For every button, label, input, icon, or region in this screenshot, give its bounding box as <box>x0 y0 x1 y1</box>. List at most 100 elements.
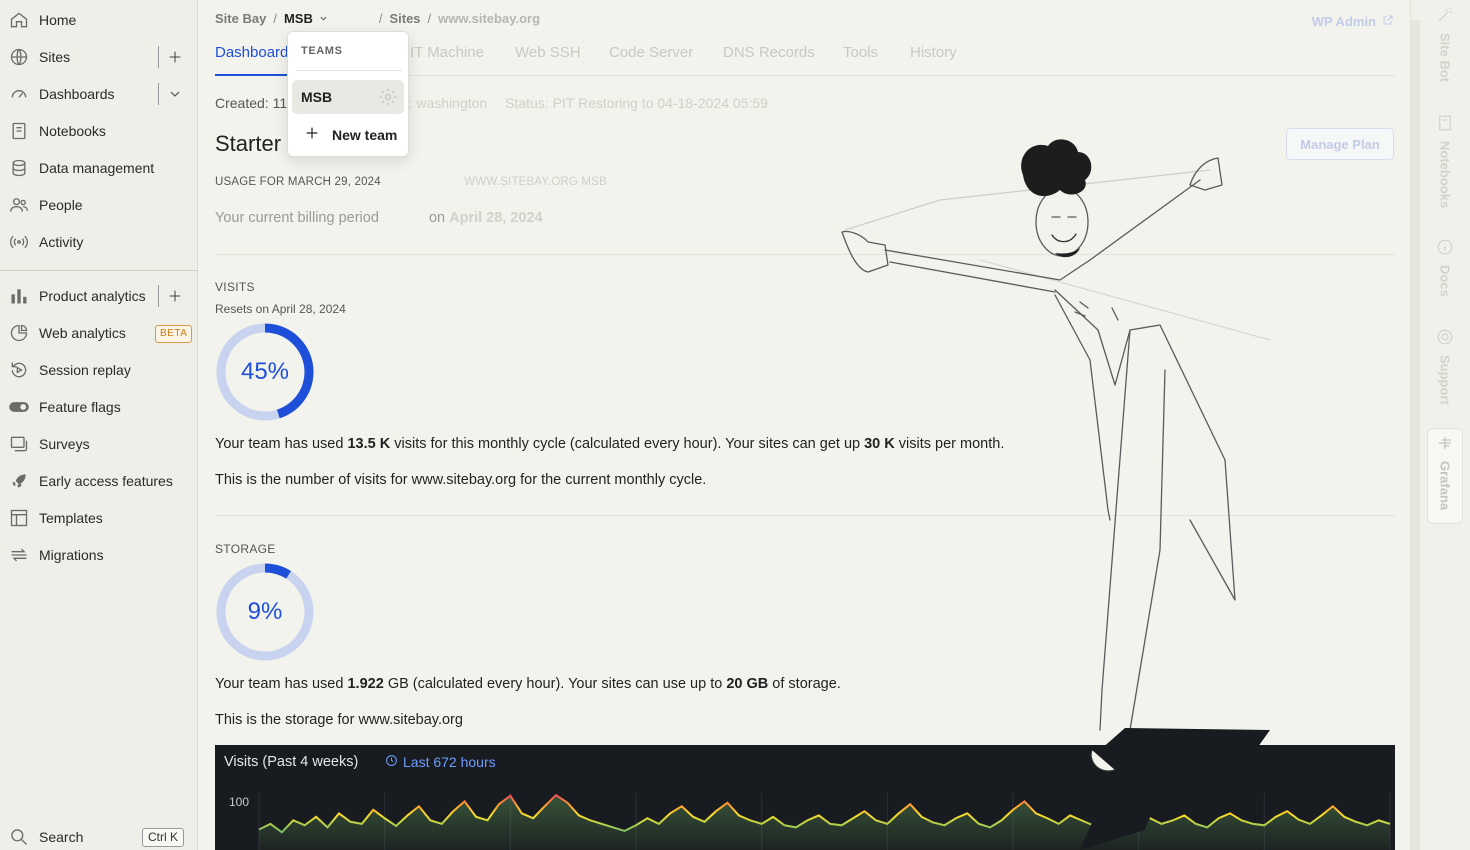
chevron-down-icon[interactable] <box>318 13 329 24</box>
tab-dns-records[interactable]: DNS Records <box>723 44 815 76</box>
sidebar-item-home[interactable]: Home <box>0 3 198 37</box>
sidebar-item-activity[interactable]: Activity <box>0 225 198 259</box>
visits-progress-ring: 45% <box>215 322 315 422</box>
chevron-down-icon[interactable] <box>166 85 184 103</box>
sidebar-item-templates[interactable]: Templates <box>0 501 198 535</box>
sidebar-search[interactable]: Search Ctrl K <box>0 820 198 850</box>
rail-item-support[interactable]: Support <box>1433 328 1457 405</box>
left-sidebar: Home Sites Dashboards Notebooks Data man… <box>0 0 198 850</box>
gear-icon[interactable] <box>378 87 398 107</box>
visits-resets: Resets on April 28, 2024 <box>215 302 346 316</box>
database-icon <box>8 157 30 179</box>
support-icon <box>1436 328 1454 349</box>
wp-admin-link[interactable]: WP Admin <box>1312 14 1394 29</box>
visits-chart-panel: Visits (Past 4 weeks) Last 672 hours 100 <box>215 745 1395 850</box>
visits-label: VISITS <box>215 280 255 294</box>
visits-note: This is the number of visits for www.sit… <box>215 472 707 488</box>
rail-label: Docs <box>1437 265 1453 297</box>
gauge-icon <box>8 83 30 105</box>
bar-chart-icon <box>8 285 30 307</box>
rail-label: Grafana <box>1437 461 1453 511</box>
tab-tools[interactable]: Tools <box>843 44 878 76</box>
sidebar-item-people[interactable]: People <box>0 188 198 222</box>
storage-limit: 20 GB <box>726 676 769 692</box>
search-label: Search <box>39 829 84 845</box>
manage-plan-button[interactable]: Manage Plan <box>1286 128 1394 160</box>
rocket-icon <box>8 470 30 492</box>
usage-date: USAGE FOR MARCH 29, 2024 <box>215 176 381 188</box>
divider <box>158 83 159 105</box>
add-insight-icon[interactable] <box>166 287 184 305</box>
visits-series-area <box>259 795 1390 850</box>
tab-dashboard[interactable]: Dashboard <box>215 44 289 76</box>
breadcrumb-org[interactable]: Site Bay <box>215 11 266 26</box>
sidebar-item-label: Feature flags <box>39 399 121 415</box>
visits-summary: Your team has used 13.5 K visits for thi… <box>215 436 1005 452</box>
breadcrumb-sites[interactable]: Sites <box>389 11 420 26</box>
usage-for-heading: USAGE FOR MARCH 29, 2024 WWW.SITEBAY.ORG… <box>215 176 607 188</box>
rail-item-docs[interactable]: Docs <box>1433 238 1457 297</box>
migration-icon <box>8 544 30 566</box>
wp-admin-label: WP Admin <box>1311 14 1376 29</box>
sidebar-item-feature-flags[interactable]: Feature flags <box>0 390 198 424</box>
tab-pit-machine[interactable]: PIT Machine <box>400 44 484 76</box>
replay-icon <box>8 359 30 381</box>
sidebar-item-label: Activity <box>39 234 84 250</box>
sidebar-item-session-replay[interactable]: Session replay <box>0 353 198 387</box>
billing-prefix: Your current billing period <box>215 210 379 226</box>
team-option-msb[interactable]: MSB <box>292 80 404 114</box>
new-team-button[interactable]: New team <box>304 125 397 144</box>
beta-badge: BETA <box>155 325 193 343</box>
storage-progress-ring: 9% <box>215 562 315 662</box>
storage-label: STORAGE <box>215 542 276 556</box>
info-icon <box>1436 238 1454 259</box>
sidebar-item-migrations[interactable]: Migrations <box>0 538 198 572</box>
sidebar-item-surveys[interactable]: Surveys <box>0 427 198 461</box>
right-side-rail: Site Bot Notebooks Docs Support Grafana <box>1410 0 1470 850</box>
sidebar-item-early-access[interactable]: Early access features <box>0 464 198 498</box>
divider <box>296 70 402 71</box>
notebook-icon <box>1436 114 1454 135</box>
divider <box>158 46 159 68</box>
toggle-icon <box>8 396 30 418</box>
new-team-label: New team <box>332 126 398 143</box>
rail-item-notebooks[interactable]: Notebooks <box>1433 114 1457 208</box>
sidebar-item-data-management[interactable]: Data management <box>0 151 198 185</box>
visits-percent: 45% <box>240 358 290 385</box>
breadcrumb-site: www.sitebay.org <box>438 10 541 26</box>
billing-mid: on <box>428 210 446 226</box>
globe-icon <box>8 46 30 68</box>
sidebar-item-label: Surveys <box>39 436 90 452</box>
tab-code-server[interactable]: Code Server <box>609 44 693 76</box>
plus-icon <box>304 125 320 144</box>
created-label: Created: <box>215 95 269 111</box>
visits-used: 13.5 K <box>347 436 391 452</box>
template-icon <box>8 507 30 529</box>
rail-item-grafana[interactable]: Grafana <box>1433 434 1457 510</box>
sidebar-item-label: Migrations <box>39 547 104 563</box>
add-site-icon[interactable] <box>166 48 184 66</box>
sidebar-item-label: Data management <box>39 160 155 176</box>
people-icon <box>8 194 30 216</box>
tab-web-ssh[interactable]: Web SSH <box>515 44 581 76</box>
broadcast-icon <box>8 231 30 253</box>
team-switcher-dropdown: TEAMS MSB New team <box>287 31 409 157</box>
survey-icon <box>8 433 30 455</box>
storage-summary: Your team has used 1.922 GB (calculated … <box>215 676 841 692</box>
sidebar-item-notebooks[interactable]: Notebooks <box>0 114 198 148</box>
search-icon <box>8 826 30 848</box>
sidebar-item-label: Notebooks <box>39 123 106 139</box>
sidebar-item-web-analytics[interactable]: Web analytics BETA <box>0 316 198 350</box>
scrollbar[interactable] <box>1411 20 1420 850</box>
plan-title: Starter <box>215 131 282 156</box>
sidebar-item-sites[interactable]: Sites <box>0 40 198 74</box>
sidebar-item-label: Product analytics <box>39 288 146 304</box>
tab-history[interactable]: History <box>910 44 957 76</box>
status-text: Status: PIT Restoring to 04-18-2024 05:5… <box>505 95 768 111</box>
rail-item-site-bot[interactable]: Site Bot <box>1433 6 1457 82</box>
visits-limit: 30 K <box>864 436 895 452</box>
home-icon <box>8 9 30 31</box>
breadcrumb-team[interactable]: MSB <box>284 11 313 26</box>
sidebar-item-product-analytics[interactable]: Product analytics <box>0 279 198 313</box>
sidebar-item-dashboards[interactable]: Dashboards <box>0 77 198 111</box>
